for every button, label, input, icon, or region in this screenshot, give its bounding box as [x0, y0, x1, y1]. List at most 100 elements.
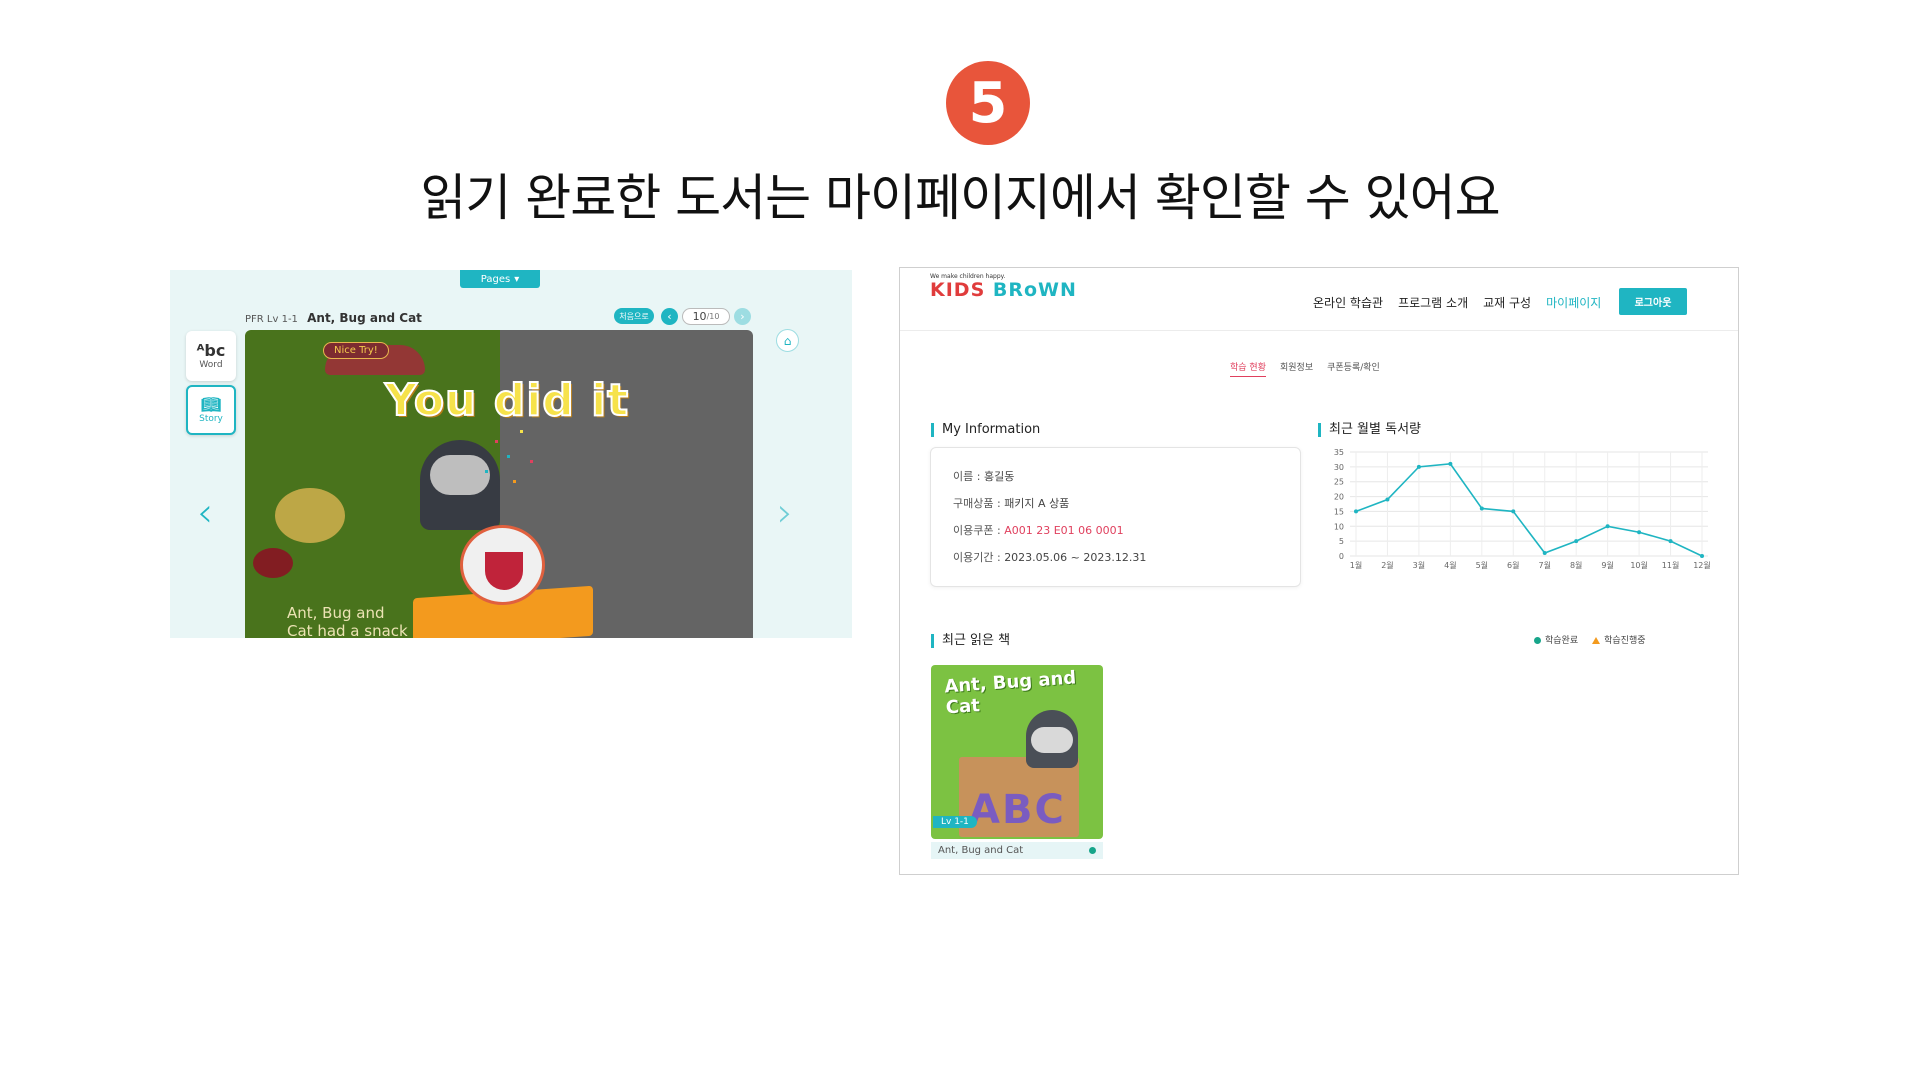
confetti-piece	[507, 455, 510, 458]
chart-data-point	[1668, 539, 1673, 544]
progress-triangle-icon	[1592, 637, 1601, 644]
chart-data-point	[1574, 539, 1579, 544]
recent-book-label[interactable]: Ant, Bug and Cat	[931, 842, 1103, 859]
logo-brown-text: BRoWN	[992, 279, 1077, 301]
info-period-label: 이용기간 :	[953, 551, 1005, 564]
chart-x-tick-label: 10월	[1630, 560, 1648, 570]
legend-progress: 학습진행중	[1592, 633, 1646, 646]
story-caption-line-2: Cat had a snack	[287, 622, 408, 638]
word-mode-label: Word	[199, 359, 223, 370]
page-prev-button[interactable]: ‹	[661, 308, 678, 325]
chart-y-tick-label: 10	[1334, 522, 1344, 531]
monthly-reading-chart: 0 5 10 15 20 25 30 35 1월 2월 3월 4월 5월 6월 7월 8월 9월 10월 11월 12…	[1315, 446, 1725, 576]
nav-program-intro[interactable]: 프로그램 소개	[1398, 294, 1468, 311]
info-product-value: 패키지 A 상품	[1004, 497, 1070, 510]
chart-y-tick-label: 15	[1334, 507, 1344, 516]
chart-x-tick-label: 4월	[1444, 560, 1456, 570]
reader-book-title: Ant, Bug and Cat	[307, 311, 422, 325]
pages-button-label: Pages	[480, 273, 511, 285]
info-product-row: 구매상품 : 패키지 A 상품	[953, 495, 1069, 511]
logo-kids-text: KIDS	[930, 279, 993, 301]
chart-data-point	[1448, 461, 1453, 466]
chart-y-tick-label: 5	[1339, 537, 1344, 546]
done-dot-icon	[1089, 847, 1096, 854]
open-book-icon: 📖︎	[200, 395, 222, 415]
page-counter: 10 /10	[682, 308, 730, 325]
recent-book-title: Ant, Bug and Cat	[938, 845, 1024, 856]
page-next-button[interactable]: ›	[734, 308, 751, 325]
story-caption-line-1: Ant, Bug and	[287, 604, 385, 622]
caret-down-icon: ▾	[514, 273, 520, 285]
info-period-value: 2023.05.06 ~ 2023.12.31	[1004, 551, 1147, 564]
monthly-reading-title: 최근 월별 독서량	[1318, 423, 1421, 437]
next-page-arrow[interactable]: ›	[777, 490, 793, 536]
tab-coupon[interactable]: 쿠폰등록/확인	[1327, 360, 1380, 377]
chart-y-tick-label: 25	[1334, 478, 1344, 487]
chart-data-point	[1511, 509, 1516, 514]
chart-x-tick-label: 11월	[1662, 560, 1680, 570]
done-dot-icon	[1534, 637, 1541, 644]
book-cover-abc-letters: ABC	[969, 787, 1066, 833]
home-button[interactable]: ⌂	[776, 329, 799, 352]
book-cover-cat-face	[1031, 727, 1073, 753]
story-mode-label: Story	[199, 413, 223, 424]
tab-learning-status[interactable]: 학습 현황	[1230, 360, 1266, 377]
chevron-left-icon: ‹	[667, 310, 672, 323]
reader-level: PFR Lv 1-1	[245, 314, 298, 325]
legend-done: 학습완료	[1534, 633, 1578, 646]
chart-x-tick-label: 3월	[1413, 560, 1425, 570]
chart-data-point	[1605, 524, 1610, 529]
chart-x-tick-label: 12월	[1693, 560, 1711, 570]
info-period-row: 이용기간 : 2023.05.06 ~ 2023.12.31	[953, 549, 1146, 565]
chart-y-tick-label: 20	[1334, 493, 1344, 502]
confetti-piece	[485, 470, 488, 473]
status-legend: 학습완료 학습진행중	[1534, 633, 1646, 646]
mypage-screenshot: We make children happy. KIDS BRoWN 온라인 학…	[899, 267, 1739, 875]
word-mode-button[interactable]: ᴬbc Word	[186, 331, 236, 381]
my-information-card: 이름 : 홍길동 구매상품 : 패키지 A 상품 이용쿠폰 : A001 23 …	[930, 447, 1301, 587]
info-product-label: 구매상품 :	[953, 497, 1005, 510]
confetti-piece	[495, 440, 498, 443]
first-page-button[interactable]: 처음으로	[614, 308, 654, 324]
chart-x-tick-label: 2월	[1381, 560, 1393, 570]
info-coupon-label: 이용쿠폰 :	[953, 524, 1005, 537]
header-divider	[900, 330, 1738, 331]
page-current: 10	[692, 310, 707, 323]
info-name-value: 홍길동	[983, 470, 1015, 483]
page-headline: 읽기 완료한 도서는 마이페이지에서 확인할 수 있어요	[420, 169, 1500, 227]
info-name-row: 이름 : 홍길동	[953, 468, 1014, 484]
my-information-title: My Information	[931, 423, 1040, 437]
prev-page-arrow[interactable]: ‹	[197, 490, 213, 536]
nav-online-learning[interactable]: 온라인 학습관	[1313, 294, 1383, 311]
celebration-text: You did it	[384, 374, 630, 427]
chart-series-line	[1355, 463, 1703, 557]
reader-screenshot: Pages ▾ PFR Lv 1-1 Ant, Bug and Cat 처음으로…	[170, 270, 852, 638]
pages-dropdown-button[interactable]: Pages ▾	[460, 270, 540, 288]
story-caption: Ant, Bug and Cat had a snack	[287, 604, 408, 638]
legend-done-label: 학습완료	[1545, 636, 1579, 646]
page-total: /10	[706, 312, 720, 321]
top-navigation: 온라인 학습관 프로그램 소개 교재 구성 마이페이지	[1313, 294, 1601, 311]
kids-brown-logo[interactable]: KIDS BRoWN	[930, 279, 1077, 301]
nice-try-badge: Nice Try!	[323, 342, 389, 359]
tab-member-info[interactable]: 회원정보	[1280, 360, 1313, 377]
nav-textbook[interactable]: 교재 구성	[1483, 294, 1531, 311]
mypage-subtabs: 학습 현황 회원정보 쿠폰등록/확인	[1230, 360, 1380, 377]
book-cover-title: Ant, Bug and Cat	[943, 667, 1077, 719]
mascot-mouth	[485, 552, 523, 590]
chart-data-point	[1700, 554, 1704, 558]
chart-data-point	[1416, 464, 1421, 469]
recent-book-cover[interactable]: Ant, Bug and Cat ABC Lv 1-1	[931, 665, 1103, 839]
chart-x-tick-label: 5월	[1476, 560, 1488, 570]
nav-mypage[interactable]: 마이페이지	[1546, 294, 1601, 311]
chart-x-tick-label: 9월	[1601, 560, 1613, 570]
recent-books-title: 최근 읽은 책	[931, 634, 1010, 648]
chart-data-point	[1385, 497, 1390, 502]
chart-y-tick-label: 35	[1334, 448, 1344, 457]
abc-icon: ᴬbc	[196, 341, 226, 361]
logout-button[interactable]: 로그아웃	[1619, 288, 1687, 315]
info-coupon-value: A001 23 E01 06 0001	[1004, 524, 1124, 537]
chevron-right-icon: ›	[740, 310, 745, 323]
book-page-illustration: Nice Try! You did it Ant, Bug and Cat ha…	[245, 330, 753, 638]
story-mode-button[interactable]: 📖︎ Story	[186, 385, 236, 435]
